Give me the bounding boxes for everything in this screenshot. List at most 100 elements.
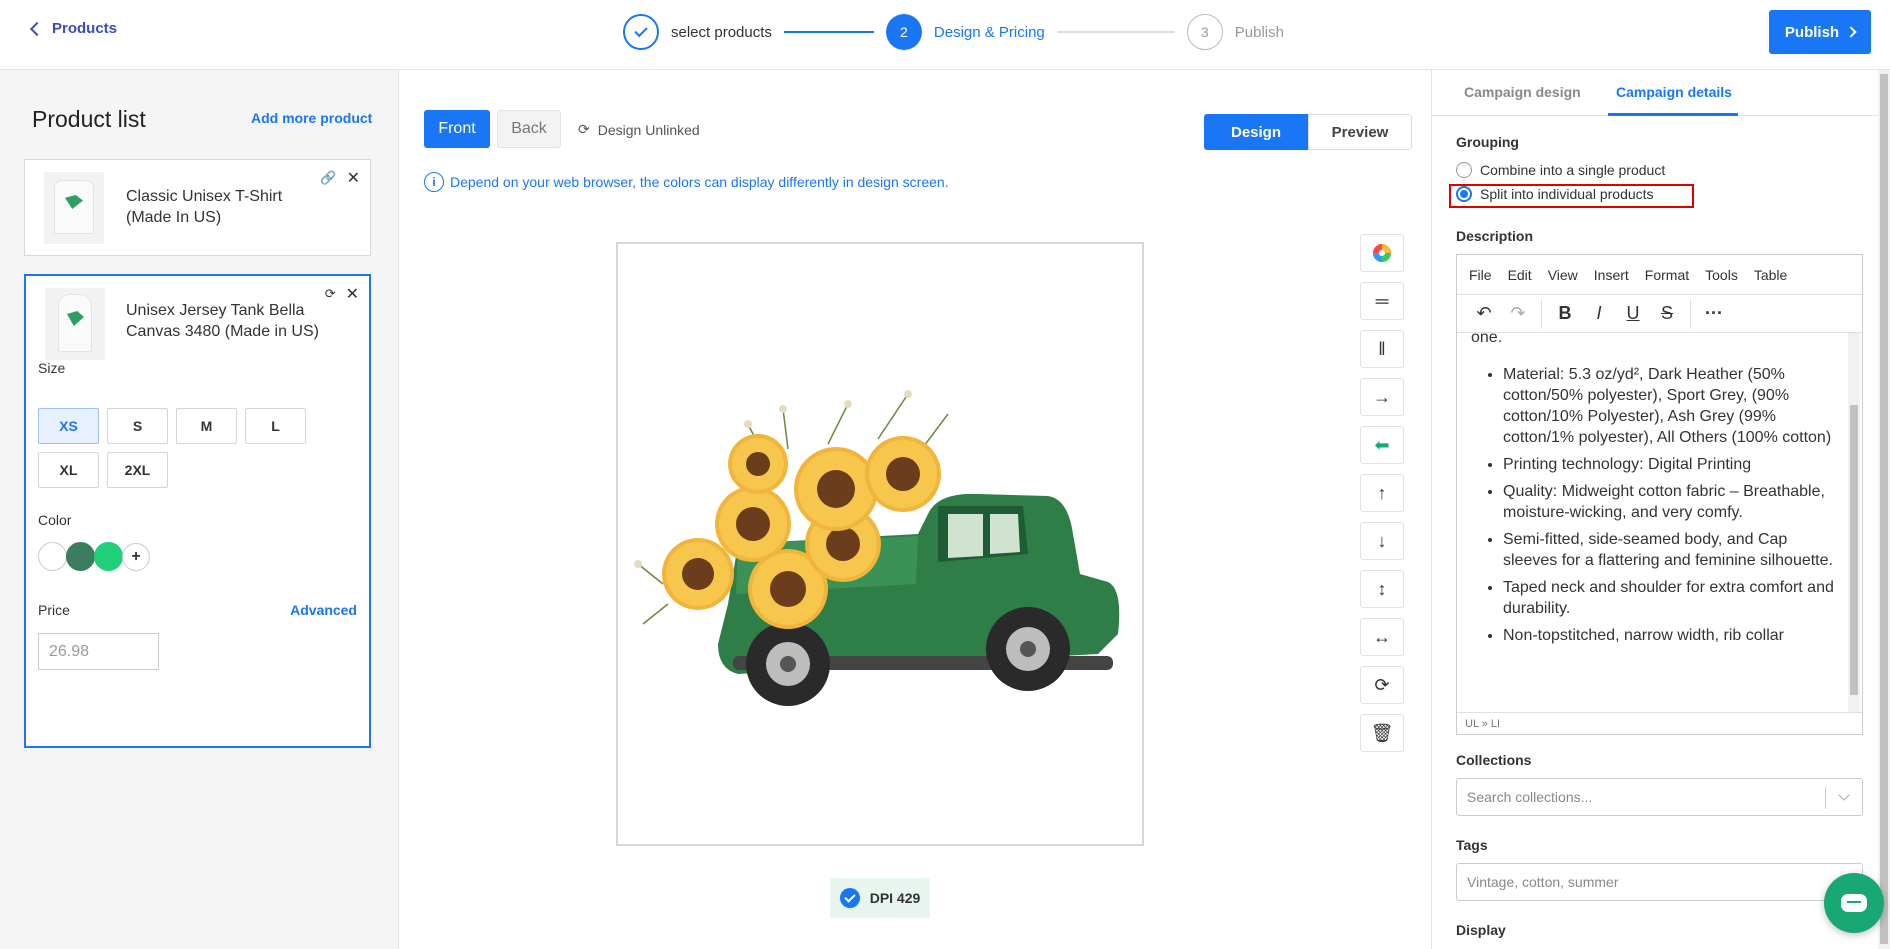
size-label: Size (38, 360, 66, 376)
menu-edit[interactable]: Edit (1508, 267, 1532, 283)
color-swatch-dark-green[interactable] (66, 542, 95, 571)
arrow-down-icon[interactable]: ↓ (1360, 522, 1404, 560)
scrollbar-thumb[interactable] (1850, 405, 1858, 695)
toolbar-divider (1690, 298, 1691, 329)
step-number: 2 (885, 14, 922, 50)
card-actions: 🔗 ✕ (320, 168, 360, 188)
trash-icon[interactable]: 🗑 (1360, 714, 1404, 752)
align-vertical-center-icon[interactable]: ‖ (1360, 330, 1404, 368)
list-item: Quality: Midweight cotton fabric – Breat… (1503, 481, 1835, 523)
collections-label: Collections (1456, 752, 1532, 768)
notice-text: Depend on your web browser, the colors c… (450, 174, 949, 190)
description-editor[interactable]: File Edit View Insert Format Tools Table… (1456, 254, 1863, 735)
size-option-s[interactable]: S (107, 408, 168, 444)
highlight-box (1449, 184, 1694, 208)
step-select-products[interactable]: select products (623, 14, 772, 50)
check-circle-icon (839, 888, 860, 908)
arrow-up-icon[interactable]: ↑ (1360, 474, 1404, 512)
color-swatch-green[interactable] (94, 542, 123, 571)
tab-campaign-design[interactable]: Campaign design (1464, 84, 1581, 100)
arrow-left-fill-icon[interactable]: ⬅ (1360, 426, 1404, 464)
rotate-icon[interactable]: ⟳ (1360, 666, 1404, 704)
unlink-icon[interactable]: ⟳ (325, 286, 336, 302)
front-side-tab[interactable]: Front (424, 110, 490, 148)
size-option-m[interactable]: M (176, 408, 237, 444)
radio-button[interactable] (1456, 162, 1472, 178)
stretch-horizontal-icon[interactable]: ↔ (1360, 618, 1404, 656)
price-input[interactable]: 26.98 (38, 633, 159, 670)
back-side-tab[interactable]: Back (497, 110, 561, 148)
menu-file[interactable]: File (1469, 267, 1492, 283)
product-name: Unisex Jersey Tank Bella Canvas 3480 (Ma… (126, 302, 319, 340)
menu-view[interactable]: View (1548, 267, 1578, 283)
size-option-2xl[interactable]: 2XL (107, 452, 168, 488)
redo-icon[interactable]: ↷ (1501, 303, 1535, 324)
display-label: Display (1456, 922, 1506, 938)
editor-bullet-list: Material: 5.3 oz/yd², Dark Heather (50% … (1471, 364, 1835, 646)
design-unlinked-toggle[interactable]: ⟳ Design Unlinked (578, 121, 700, 138)
list-item: Material: 5.3 oz/yd², Dark Heather (50% … (1503, 364, 1835, 448)
list-item: Non-topstitched, narrow width, rib colla… (1503, 625, 1835, 646)
menu-insert[interactable]: Insert (1594, 267, 1629, 283)
tags-input[interactable]: Vintage, cotton, summer (1456, 863, 1863, 901)
product-card[interactable]: Classic Unisex T-Shirt (Made In US) 🔗 ✕ (24, 159, 371, 256)
tags-label: Tags (1456, 837, 1488, 853)
editor-status-bar: UL » LI (1457, 712, 1862, 734)
scrollbar-thumb[interactable] (1880, 74, 1888, 944)
close-icon[interactable]: ✕ (346, 284, 359, 304)
step-number: 3 (1186, 14, 1223, 50)
publish-button[interactable]: Publish (1769, 10, 1871, 54)
menu-table[interactable]: Table (1754, 267, 1787, 283)
chat-button[interactable] (1824, 873, 1884, 933)
more-icon[interactable]: ··· (1697, 303, 1731, 324)
product-thumbnail (45, 288, 105, 360)
color-swatch-white[interactable] (38, 542, 67, 571)
product-card-selected[interactable]: Unisex Jersey Tank Bella Canvas 3480 (Ma… (24, 274, 371, 748)
price-label: Price (38, 602, 70, 618)
italic-icon[interactable]: I (1582, 303, 1616, 324)
preview-mode-button[interactable]: Preview (1308, 114, 1412, 150)
menu-format[interactable]: Format (1645, 267, 1689, 283)
link-icon[interactable]: 🔗 (320, 170, 336, 186)
size-option-l[interactable]: L (245, 408, 306, 444)
step-label: Design & Pricing (933, 23, 1045, 41)
design-canvas[interactable] (616, 242, 1144, 846)
close-icon[interactable]: ✕ (347, 168, 360, 188)
bold-icon[interactable]: B (1548, 303, 1582, 324)
unlink-icon: ⟳ (578, 121, 590, 137)
tab-campaign-details[interactable]: Campaign details (1616, 84, 1732, 100)
sunflower-truck-artwork[interactable] (618, 244, 1142, 844)
size-option-xl[interactable]: XL (38, 452, 99, 488)
editor-scrollbar[interactable] (1848, 333, 1860, 713)
list-item: Semi-fitted, side-seamed body, and Cap s… (1503, 529, 1835, 571)
collections-placeholder: Search collections... (1467, 789, 1593, 805)
strikethrough-icon[interactable]: S (1650, 303, 1684, 324)
design-mode-button[interactable]: Design (1204, 114, 1308, 150)
advanced-pricing-link[interactable]: Advanced (290, 602, 357, 618)
step-publish[interactable]: 3 Publish (1186, 14, 1284, 50)
color-label: Color (38, 512, 72, 528)
size-option-xs[interactable]: XS (38, 408, 99, 444)
underline-icon[interactable]: U (1616, 303, 1650, 324)
arrow-right-icon[interactable]: → (1360, 378, 1404, 416)
color-wheel-icon[interactable] (1360, 234, 1404, 272)
step-check-icon (623, 14, 659, 50)
undo-icon[interactable]: ↶ (1467, 303, 1501, 324)
editor-content[interactable]: one. Material: 5.3 oz/yd², Dark Heather … (1457, 333, 1849, 713)
stretch-vertical-icon[interactable]: ↕ (1360, 570, 1404, 608)
menu-tools[interactable]: Tools (1705, 267, 1738, 283)
align-horizontal-center-icon[interactable]: ═ (1360, 282, 1404, 320)
add-more-product-link[interactable]: Add more product (251, 110, 372, 126)
page-scrollbar[interactable] (1878, 70, 1890, 949)
step-design-pricing[interactable]: 2 Design & Pricing (885, 14, 1045, 50)
list-item: Printing technology: Digital Printing (1503, 454, 1835, 475)
chevron-down-icon[interactable] (1838, 789, 1850, 801)
design-area: Front Back ⟳ Design Unlinked Design Prev… (400, 70, 1430, 949)
add-color-button[interactable]: + (122, 542, 150, 571)
editor-intro-text: one. (1471, 333, 1503, 346)
collections-select[interactable]: Search collections... (1456, 778, 1863, 816)
grouping-option-combine[interactable]: Combine into a single product (1456, 162, 1665, 178)
design-preview-toggle: Design Preview (1204, 114, 1412, 150)
size-options: XS S M L XL 2XL (38, 408, 358, 488)
back-to-products-link[interactable]: Products (28, 20, 117, 37)
